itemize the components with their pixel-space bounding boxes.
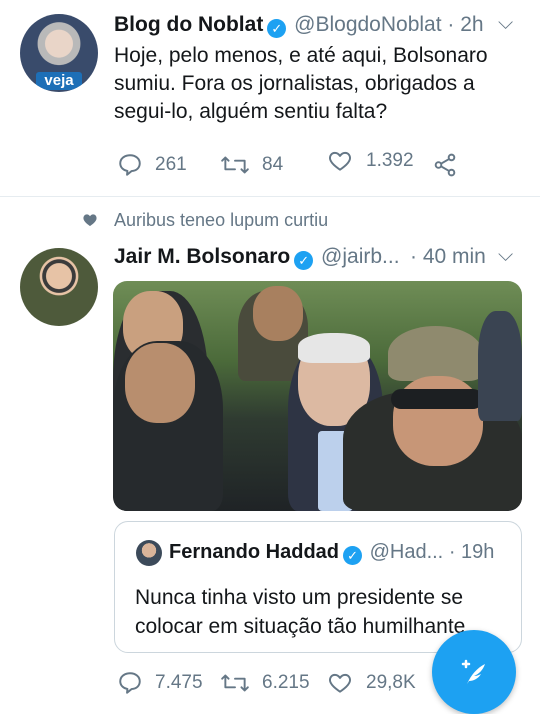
retweet-count: 6.215 <box>262 672 310 693</box>
tweet2-handle[interactable]: @jairb... <box>321 245 400 268</box>
chevron-down-icon[interactable]: ⌵ <box>498 244 513 267</box>
retweet-button[interactable]: 6.215 <box>220 670 310 696</box>
tweet1-text-line: segui-lo, alguém sentiu falta? <box>114 100 388 123</box>
like-button[interactable]: 1.392 <box>326 148 414 174</box>
tweet-divider <box>0 196 540 197</box>
quoted-display-name: Fernando Haddad <box>169 541 340 563</box>
reply-button[interactable]: 261 <box>117 152 187 178</box>
retweet-icon <box>221 156 249 174</box>
reply-icon <box>119 154 141 176</box>
retweet-count: 84 <box>262 154 284 175</box>
reply-button[interactable]: 7.475 <box>117 670 203 696</box>
tweet1-text: Hoje, pelo menos, e até aqui, Bolsonaro … <box>114 42 524 126</box>
avatar-fernando-haddad <box>136 540 162 566</box>
heart-small-icon <box>82 212 98 233</box>
tweet2-display-name[interactable]: Jair M. Bolsonaro <box>114 245 290 268</box>
like-count: 1.392 <box>366 150 414 171</box>
quoted-tweet-header: Fernando Haddad ✓ @Had... · 19h <box>169 541 494 565</box>
quoted-time: · 19h <box>448 541 495 563</box>
like-icon <box>329 151 351 171</box>
verified-badge-icon: ✓ <box>267 19 287 38</box>
reply-count: 261 <box>155 154 187 175</box>
reply-icon <box>119 672 141 694</box>
tweet1-header: Blog do Noblat ✓ @BlogdoNoblat · 2h <box>114 13 484 38</box>
compose-tweet-icon <box>461 659 485 684</box>
tweet1-display-name[interactable]: Blog do Noblat <box>114 13 263 36</box>
tweet1-text-line: sumiu. Fora os jornalistas, obrigados a <box>114 72 475 95</box>
tweet-photo[interactable] <box>113 281 522 511</box>
like-count: 29,8K <box>366 672 416 693</box>
avatar-jair-bolsonaro[interactable] <box>20 248 98 326</box>
avatar-badge: veja <box>36 72 82 90</box>
tweet2-header: Jair M. Bolsonaro ✓ @jairb... <box>114 245 400 270</box>
avatar-blog-do-noblat[interactable]: veja <box>20 14 98 92</box>
like-button[interactable]: 29,8K <box>326 670 416 696</box>
retweet-icon <box>221 674 249 692</box>
share-icon <box>434 153 456 177</box>
tweet1-text-line: Hoje, pelo menos, e até aqui, Bolsonaro <box>114 44 488 67</box>
reply-count: 7.475 <box>155 672 203 693</box>
share-button[interactable] <box>432 152 458 183</box>
verified-badge-icon: ✓ <box>343 546 363 565</box>
social-context[interactable]: Auribus teneo lupum curtiu <box>114 210 328 231</box>
quoted-handle: @Had... <box>369 541 444 563</box>
chevron-down-icon[interactable]: ⌵ <box>498 12 513 35</box>
compose-tweet-button[interactable] <box>432 630 516 714</box>
retweet-button[interactable]: 84 <box>220 152 283 178</box>
tweet2-time: · 40 min <box>410 245 486 268</box>
quoted-text-line: Nunca tinha visto um presidente se <box>135 586 464 609</box>
tweet1-time: · 2h <box>447 13 484 36</box>
verified-badge-icon: ✓ <box>294 251 314 270</box>
like-icon <box>329 673 351 693</box>
tweet1-handle[interactable]: @BlogdoNoblat <box>294 13 441 36</box>
